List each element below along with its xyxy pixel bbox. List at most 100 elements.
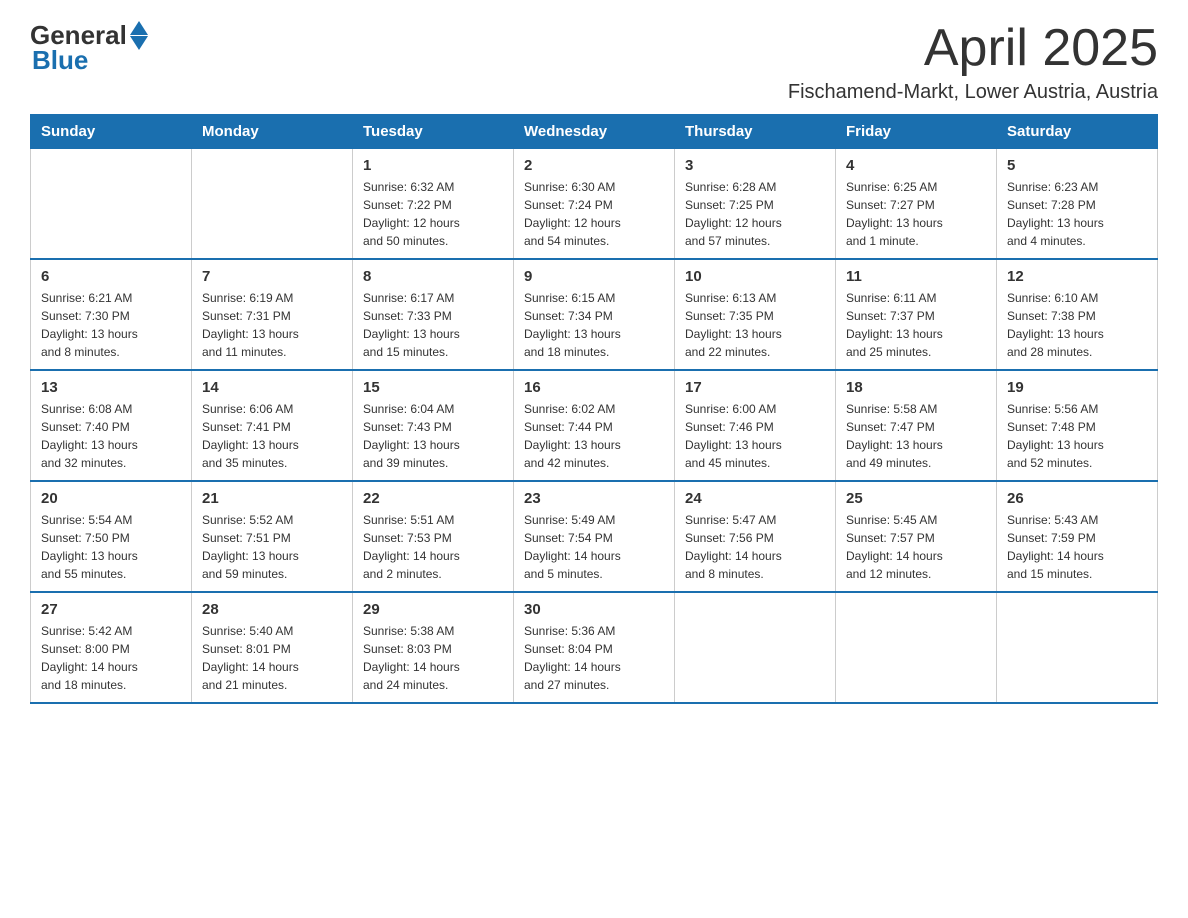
- day-info: Sunrise: 5:47 AM Sunset: 7:56 PM Dayligh…: [685, 511, 825, 583]
- day-info: Sunrise: 5:42 AM Sunset: 8:00 PM Dayligh…: [41, 622, 181, 694]
- day-number: 30: [524, 601, 664, 618]
- table-row: 3Sunrise: 6:28 AM Sunset: 7:25 PM Daylig…: [675, 149, 836, 260]
- table-row: [192, 149, 353, 260]
- day-info: Sunrise: 6:13 AM Sunset: 7:35 PM Dayligh…: [685, 289, 825, 361]
- header-row: SundayMondayTuesdayWednesdayThursdayFrid…: [31, 115, 1158, 149]
- day-number: 15: [363, 379, 503, 396]
- day-number: 28: [202, 601, 342, 618]
- day-info: Sunrise: 5:56 AM Sunset: 7:48 PM Dayligh…: [1007, 400, 1147, 472]
- table-row: 7Sunrise: 6:19 AM Sunset: 7:31 PM Daylig…: [192, 259, 353, 370]
- header-monday: Monday: [192, 115, 353, 149]
- day-info: Sunrise: 6:02 AM Sunset: 7:44 PM Dayligh…: [524, 400, 664, 472]
- day-number: 6: [41, 268, 181, 285]
- day-info: Sunrise: 6:04 AM Sunset: 7:43 PM Dayligh…: [363, 400, 503, 472]
- day-info: Sunrise: 6:28 AM Sunset: 7:25 PM Dayligh…: [685, 178, 825, 250]
- day-info: Sunrise: 5:52 AM Sunset: 7:51 PM Dayligh…: [202, 511, 342, 583]
- day-info: Sunrise: 6:23 AM Sunset: 7:28 PM Dayligh…: [1007, 178, 1147, 250]
- table-row: 11 Sunrise: 6:11 AM Sunset: 7:37 PM Dayli…: [836, 259, 997, 370]
- header-wednesday: Wednesday: [514, 115, 675, 149]
- day-number: 11: [846, 268, 986, 285]
- day-info: Sunrise: 5:49 AM Sunset: 7:54 PM Dayligh…: [524, 511, 664, 583]
- table-row: 9 Sunrise: 6:15 AM Sunset: 7:34 PM Daylig…: [514, 259, 675, 370]
- day-info: Sunrise: 5:36 AM Sunset: 8:04 PM Dayligh…: [524, 622, 664, 694]
- table-row: 4Sunrise: 6:25 AM Sunset: 7:27 PM Daylig…: [836, 149, 997, 260]
- logo: General Blue: [30, 20, 148, 76]
- day-info: Sunrise: 6:06 AM Sunset: 7:41 PM Dayligh…: [202, 400, 342, 472]
- day-number: 20: [41, 490, 181, 507]
- table-row: [997, 592, 1158, 703]
- day-number: 7: [202, 268, 342, 285]
- table-row: 13 Sunrise: 6:08 AM Sunset: 7:40 PM Dayli…: [31, 370, 192, 481]
- day-info: Sunrise: 5:58 AM Sunset: 7:47 PM Dayligh…: [846, 400, 986, 472]
- header-thursday: Thursday: [675, 115, 836, 149]
- day-info: Sunrise: 5:40 AM Sunset: 8:01 PM Dayligh…: [202, 622, 342, 694]
- day-number: 9: [524, 268, 664, 285]
- table-row: 27 Sunrise: 5:42 AM Sunset: 8:00 PM Dayli…: [31, 592, 192, 703]
- week-row-2: 6Sunrise: 6:21 AM Sunset: 7:30 PM Daylig…: [31, 259, 1158, 370]
- day-number: 13: [41, 379, 181, 396]
- table-row: 26 Sunrise: 5:43 AM Sunset: 7:59 PM Dayli…: [997, 481, 1158, 592]
- day-number: 8: [363, 268, 503, 285]
- table-row: 28 Sunrise: 5:40 AM Sunset: 8:01 PM Dayli…: [192, 592, 353, 703]
- calendar-body: 1 Sunrise: 6:32 AM Sunset: 7:22 PM Daylig…: [31, 149, 1158, 704]
- table-row: 23 Sunrise: 5:49 AM Sunset: 7:54 PM Dayli…: [514, 481, 675, 592]
- day-info: Sunrise: 5:38 AM Sunset: 8:03 PM Dayligh…: [363, 622, 503, 694]
- table-row: 14 Sunrise: 6:06 AM Sunset: 7:41 PM Dayli…: [192, 370, 353, 481]
- day-info: Sunrise: 6:15 AM Sunset: 7:34 PM Dayligh…: [524, 289, 664, 361]
- table-row: 21 Sunrise: 5:52 AM Sunset: 7:51 PM Dayli…: [192, 481, 353, 592]
- header: General Blue April 2025 Fischamend-Markt…: [30, 20, 1158, 104]
- header-saturday: Saturday: [997, 115, 1158, 149]
- day-number: 29: [363, 601, 503, 618]
- day-number: 1: [363, 157, 503, 174]
- table-row: 10 Sunrise: 6:13 AM Sunset: 7:35 PM Dayli…: [675, 259, 836, 370]
- day-number: 2: [524, 157, 664, 174]
- table-row: 18 Sunrise: 5:58 AM Sunset: 7:47 PM Dayli…: [836, 370, 997, 481]
- table-row: [836, 592, 997, 703]
- table-row: 19Sunrise: 5:56 AM Sunset: 7:48 PM Dayli…: [997, 370, 1158, 481]
- table-row: 17 Sunrise: 6:00 AM Sunset: 7:46 PM Dayli…: [675, 370, 836, 481]
- day-number: 16: [524, 379, 664, 396]
- day-number: 26: [1007, 490, 1147, 507]
- page-title: April 2025: [788, 20, 1158, 77]
- day-info: Sunrise: 6:17 AM Sunset: 7:33 PM Dayligh…: [363, 289, 503, 361]
- triangle-up-icon: [130, 21, 148, 35]
- table-row: [31, 149, 192, 260]
- week-row-5: 27 Sunrise: 5:42 AM Sunset: 8:00 PM Dayli…: [31, 592, 1158, 703]
- day-info: Sunrise: 5:51 AM Sunset: 7:53 PM Dayligh…: [363, 511, 503, 583]
- table-row: 20Sunrise: 5:54 AM Sunset: 7:50 PM Dayli…: [31, 481, 192, 592]
- day-info: Sunrise: 5:43 AM Sunset: 7:59 PM Dayligh…: [1007, 511, 1147, 583]
- day-info: Sunrise: 6:08 AM Sunset: 7:40 PM Dayligh…: [41, 400, 181, 472]
- week-row-3: 13 Sunrise: 6:08 AM Sunset: 7:40 PM Dayli…: [31, 370, 1158, 481]
- table-row: 29 Sunrise: 5:38 AM Sunset: 8:03 PM Dayli…: [353, 592, 514, 703]
- calendar-table: SundayMondayTuesdayWednesdayThursdayFrid…: [30, 114, 1158, 704]
- table-row: 12Sunrise: 6:10 AM Sunset: 7:38 PM Dayli…: [997, 259, 1158, 370]
- day-number: 18: [846, 379, 986, 396]
- day-info: Sunrise: 6:32 AM Sunset: 7:22 PM Dayligh…: [363, 178, 503, 250]
- logo-blue-text: Blue: [32, 45, 88, 76]
- table-row: 8 Sunrise: 6:17 AM Sunset: 7:33 PM Daylig…: [353, 259, 514, 370]
- table-row: 1 Sunrise: 6:32 AM Sunset: 7:22 PM Daylig…: [353, 149, 514, 260]
- table-row: 6Sunrise: 6:21 AM Sunset: 7:30 PM Daylig…: [31, 259, 192, 370]
- day-info: Sunrise: 6:11 AM Sunset: 7:37 PM Dayligh…: [846, 289, 986, 361]
- table-row: 16 Sunrise: 6:02 AM Sunset: 7:44 PM Dayli…: [514, 370, 675, 481]
- table-row: 30 Sunrise: 5:36 AM Sunset: 8:04 PM Dayli…: [514, 592, 675, 703]
- day-number: 25: [846, 490, 986, 507]
- table-row: 15 Sunrise: 6:04 AM Sunset: 7:43 PM Dayli…: [353, 370, 514, 481]
- table-row: 25Sunrise: 5:45 AM Sunset: 7:57 PM Dayli…: [836, 481, 997, 592]
- day-number: 27: [41, 601, 181, 618]
- day-info: Sunrise: 6:10 AM Sunset: 7:38 PM Dayligh…: [1007, 289, 1147, 361]
- header-sunday: Sunday: [31, 115, 192, 149]
- day-number: 23: [524, 490, 664, 507]
- table-row: 22Sunrise: 5:51 AM Sunset: 7:53 PM Dayli…: [353, 481, 514, 592]
- day-info: Sunrise: 6:25 AM Sunset: 7:27 PM Dayligh…: [846, 178, 986, 250]
- day-number: 10: [685, 268, 825, 285]
- day-info: Sunrise: 6:00 AM Sunset: 7:46 PM Dayligh…: [685, 400, 825, 472]
- day-number: 14: [202, 379, 342, 396]
- logo-icon: [130, 21, 148, 50]
- title-area: April 2025 Fischamend-Markt, Lower Austr…: [788, 20, 1158, 104]
- table-row: 24Sunrise: 5:47 AM Sunset: 7:56 PM Dayli…: [675, 481, 836, 592]
- table-row: [675, 592, 836, 703]
- day-number: 21: [202, 490, 342, 507]
- day-number: 17: [685, 379, 825, 396]
- calendar-header: SundayMondayTuesdayWednesdayThursdayFrid…: [31, 115, 1158, 149]
